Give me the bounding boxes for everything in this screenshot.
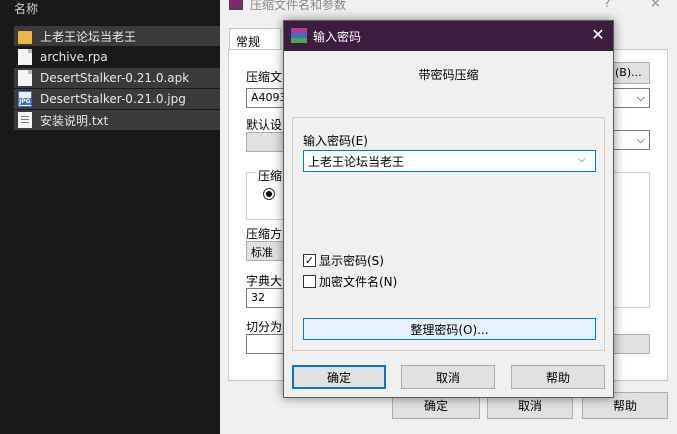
password-group: 输入密码(E) ⌵ ✓ 显示密码(S) 加密文件名(N) 整理密码(O)... bbox=[292, 117, 605, 351]
enter-password-dialog: 输入密码 ✕ 带密码压缩 输入密码(E) ⌵ ✓ 显示密码(S) 加密文件名(N… bbox=[283, 20, 614, 398]
help-button[interactable]: 帮助 bbox=[511, 365, 605, 389]
profile-select[interactable]: ⌵ bbox=[612, 130, 650, 150]
file-icon bbox=[18, 70, 32, 86]
format-group-label: 压缩 bbox=[256, 167, 285, 184]
method-label: 压缩方 bbox=[246, 227, 283, 241]
winrar-icon bbox=[291, 28, 307, 43]
method-select[interactable]: 标准 bbox=[246, 241, 286, 261]
archive-dialog-titlebar: 压缩文件名和参数 ? × bbox=[220, 0, 677, 14]
file-icon bbox=[18, 49, 32, 65]
cancel-button[interactable]: 取消 bbox=[401, 365, 495, 389]
file-explorer: 名称 上老王论坛当老王 archive.rpa DesertStalker-0.… bbox=[0, 0, 220, 434]
checkbox-unchecked-icon bbox=[303, 275, 316, 288]
file-name: 安装说明.txt bbox=[40, 113, 109, 128]
ok-button[interactable]: 确定 bbox=[292, 365, 386, 389]
file-row-folder[interactable]: 上老王论坛当老王 bbox=[14, 26, 220, 46]
split-input[interactable] bbox=[246, 334, 286, 354]
chevron-down-icon[interactable]: ⌵ bbox=[578, 154, 586, 165]
column-header-name[interactable]: 名称 bbox=[14, 0, 38, 17]
show-password-checkbox[interactable]: ✓ 显示密码(S) bbox=[303, 252, 384, 269]
encrypt-file-names-checkbox[interactable]: 加密文件名(N) bbox=[303, 273, 397, 290]
close-icon[interactable]: ✕ bbox=[588, 25, 608, 44]
close-icon[interactable]: × bbox=[650, 0, 661, 11]
text-file-icon bbox=[18, 112, 32, 128]
default-profile-label: 默认设 bbox=[246, 118, 283, 132]
split-label: 切分为 bbox=[246, 320, 283, 334]
format-radio[interactable] bbox=[263, 188, 275, 200]
image-file-icon bbox=[18, 91, 32, 107]
file-row-rpa[interactable]: archive.rpa bbox=[14, 47, 220, 67]
set-password-button[interactable] bbox=[612, 334, 650, 354]
file-name: 上老王论坛当老王 bbox=[40, 29, 137, 44]
winrar-icon bbox=[229, 0, 243, 10]
dictionary-select[interactable]: 32 bbox=[246, 288, 286, 308]
password-label: 输入密码(E) bbox=[303, 134, 368, 148]
encrypt-file-names-label: 加密文件名(N) bbox=[319, 275, 398, 289]
checkbox-checked-icon: ✓ bbox=[303, 254, 316, 267]
folder-icon bbox=[18, 30, 32, 44]
password-input[interactable] bbox=[303, 150, 596, 172]
show-password-label: 显示密码(S) bbox=[319, 254, 384, 268]
password-heading: 带密码压缩 bbox=[418, 68, 479, 82]
browse-button[interactable]: (B)... bbox=[612, 62, 650, 84]
tab-general[interactable]: 常规 bbox=[229, 28, 281, 50]
update-mode-select[interactable]: ⌵ bbox=[612, 88, 650, 108]
organize-passwords-button[interactable]: 整理密码(O)... bbox=[303, 318, 596, 340]
file-name: DesertStalker-0.21.0.apk bbox=[40, 71, 190, 85]
options-group bbox=[612, 172, 650, 308]
password-dialog-title: 输入密码 bbox=[313, 30, 362, 44]
profiles-button[interactable] bbox=[246, 132, 286, 152]
archive-name-input[interactable]: A4093 bbox=[246, 88, 287, 108]
file-row-jpg[interactable]: DesertStalker-0.21.0.jpg bbox=[14, 89, 220, 109]
archive-name-label: 压缩文 bbox=[246, 70, 283, 84]
help-icon[interactable]: ? bbox=[604, 0, 610, 10]
archive-dialog-title: 压缩文件名和参数 bbox=[250, 0, 347, 12]
file-name: archive.rpa bbox=[40, 50, 108, 64]
file-row-apk[interactable]: DesertStalker-0.21.0.apk bbox=[14, 68, 220, 88]
file-row-txt[interactable]: 安装说明.txt bbox=[14, 110, 220, 130]
dictionary-label: 字典大 bbox=[246, 274, 283, 288]
file-name: DesertStalker-0.21.0.jpg bbox=[40, 92, 186, 106]
password-dialog-titlebar: 输入密码 ✕ bbox=[284, 21, 613, 51]
